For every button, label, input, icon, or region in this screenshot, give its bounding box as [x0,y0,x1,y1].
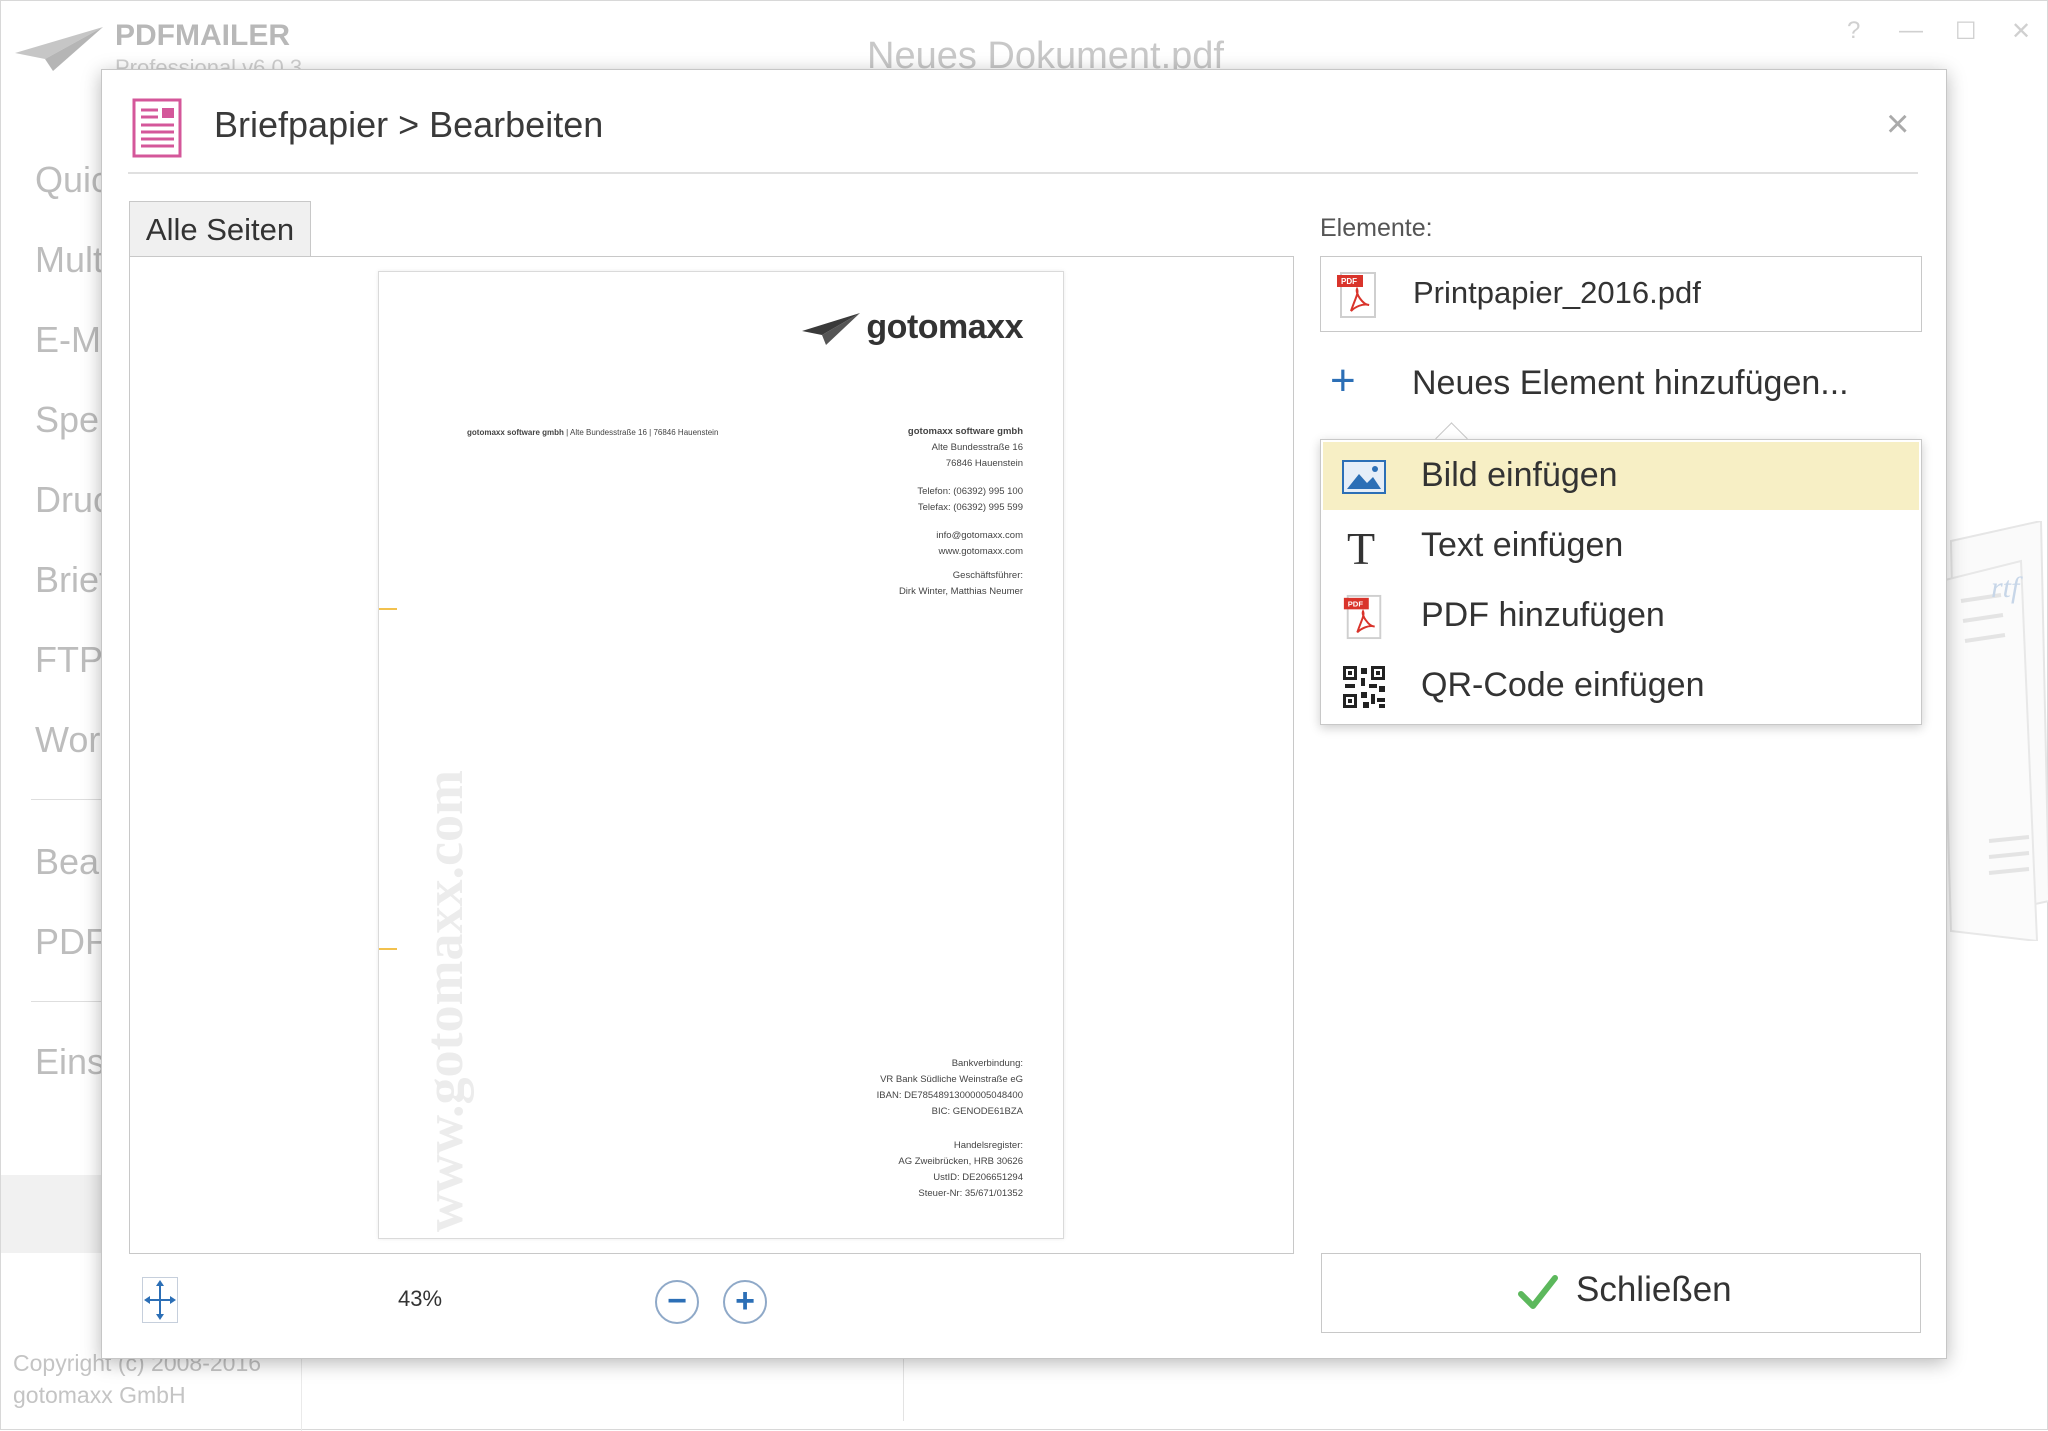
image-icon [1342,460,1386,494]
element-list-item[interactable]: PDF Printpapier_2016.pdf [1320,256,1922,332]
letterhead-icon [132,98,182,158]
letterhead-page-preview: gotomaxx gotomaxx software gmbh | Alte B… [378,271,1064,1239]
file-badge-text: rtf [1991,571,2023,604]
fold-mark [379,948,397,950]
menu-item-label: PDF hinzufügen [1421,596,1665,634]
phone-text: Telefon: (06392) 995 100 [917,486,1023,497]
dialog-close-button[interactable]: × [1886,104,1909,144]
sidebar-divider [31,1001,101,1002]
sidebar-divider [31,799,101,800]
qr-code-icon [1343,666,1385,708]
sidebar-item[interactable]: FTP [35,639,103,681]
vat-id: UstID: DE206651294 [933,1172,1023,1183]
add-element-button[interactable]: + Neues Element hinzufügen... [1330,356,1890,408]
menu-item-insert-text[interactable]: T Text einfügen [1323,512,1919,580]
menu-item-label: QR-Code einfügen [1421,666,1705,704]
add-element-menu: Bild einfügen T Text einfügen PDF PDF hi… [1320,439,1922,725]
element-name: Printpapier_2016.pdf [1413,275,1701,310]
menu-item-label: Bild einfügen [1421,456,1618,494]
page-logo-text: gotomaxx [866,308,1023,346]
register-block: Handelsregister: AG Zweibrücken, HRB 306… [898,1138,1023,1202]
iban-text: IBAN: DE78548913000005048400 [876,1090,1023,1101]
sidebar-item[interactable]: Druc [35,479,111,521]
menu-item-insert-qr-code[interactable]: QR-Code einfügen [1323,652,1919,720]
fax-text: Telefax: (06392) 995 599 [917,502,1023,513]
zoom-in-button[interactable]: + [723,1280,767,1324]
sender-company: gotomaxx software gmbh [467,428,564,437]
help-button[interactable]: ? [1847,17,1860,45]
minimize-button[interactable]: — [1899,17,1923,45]
email-text: info@gotomaxx.com [936,530,1023,541]
ceo-names: Dirk Winter, Matthias Neumer [898,586,1023,597]
page-watermark: www.gotomaxx.com [414,770,474,1232]
register-label: Handelsregister: [953,1140,1023,1151]
address-city: 76846 Hauenstein [945,458,1023,469]
copyright-company: gotomaxx GmbH [13,1382,186,1408]
svg-text:PDF: PDF [1341,277,1357,286]
fit-page-button[interactable] [142,1277,178,1323]
sender-address: | Alte Bundesstraße 16 | 76846 Hauenstei… [563,428,719,437]
dialog-title: Briefpapier > Bearbeiten [214,104,604,145]
bank-block: Bankverbindung: VR Bank Südliche Weinstr… [877,1056,1023,1120]
tab-all-pages[interactable]: Alle Seiten [129,201,311,257]
tax-number: Steuer-Nr: 35/671/01352 [918,1188,1023,1199]
company-address-block: gotomaxx software gmbh Alte Bundesstraße… [908,424,1023,472]
page-logo: gotomaxx [802,308,1023,347]
menu-item-label: Text einfügen [1421,526,1624,564]
web-text: www.gotomaxx.com [938,546,1023,557]
pdf-icon: PDF [1343,594,1382,640]
sidebar-item[interactable]: Quic [35,159,109,201]
menu-item-insert-image[interactable]: Bild einfügen [1323,442,1919,510]
header-divider [128,172,1918,174]
menu-item-add-pdf[interactable]: PDF PDF hinzufügen [1323,582,1919,650]
sidebar-item[interactable]: Bear [35,841,111,883]
register-court: AG Zweibrücken, HRB 30626 [898,1156,1023,1167]
maximize-button[interactable]: ☐ [1955,17,1977,46]
add-element-label: Neues Element hinzufügen... [1412,364,1849,402]
fold-mark [379,608,397,610]
text-icon: T [1347,524,1375,570]
pdf-icon: PDF [1337,272,1376,318]
close-dialog-button[interactable]: Schließen [1321,1253,1921,1333]
bank-name: VR Bank Südliche Weinstraße eG [880,1074,1023,1085]
fit-to-page-icon [144,1280,176,1320]
online-block: info@gotomaxx.com www.gotomaxx.com [936,528,1023,560]
window-close-button[interactable]: ✕ [2011,17,2031,46]
paper-plane-logo-icon [15,27,103,71]
sidebar-item[interactable]: Eins [35,1041,105,1083]
address-company: gotomaxx software gmbh [907,426,1023,437]
management-block: Geschäftsführer: Dirk Winter, Matthias N… [899,568,1023,600]
sidebar-item[interactable]: Brief [35,559,109,601]
plus-icon: + [1330,356,1356,405]
close-button-label: Schließen [1576,1270,1732,1309]
svg-text:PDF: PDF [1348,599,1364,608]
sender-line: gotomaxx software gmbh | Alte Bundesstra… [467,428,718,437]
file-formats-illustration-icon: rtf [1941,521,2048,941]
elements-label: Elemente: [1320,214,1433,242]
contact-block: Telefon: (06392) 995 100 Telefax: (06392… [917,484,1023,516]
ceo-label: Geschäftsführer: [952,570,1023,581]
checkmark-icon [1518,1275,1558,1309]
zoom-out-button[interactable]: − [655,1280,699,1324]
bic-text: BIC: GENODE61BZA [931,1106,1023,1117]
bank-label: Bankverbindung: [951,1058,1023,1069]
sidebar-item[interactable]: Mult [35,239,103,281]
app-brand: PDFMAILER [115,19,290,52]
sidebar-item[interactable]: Spei [35,399,107,441]
page-preview-area: gotomaxx gotomaxx software gmbh | Alte B… [129,256,1294,1254]
paper-plane-icon [802,312,861,345]
letterhead-edit-dialog: Briefpapier > Bearbeiten × Alle Seiten g… [101,69,1947,1359]
address-street: Alte Bundesstraße 16 [931,442,1023,453]
zoom-level: 43% [398,1286,443,1311]
svg-text:T: T [1347,524,1375,570]
